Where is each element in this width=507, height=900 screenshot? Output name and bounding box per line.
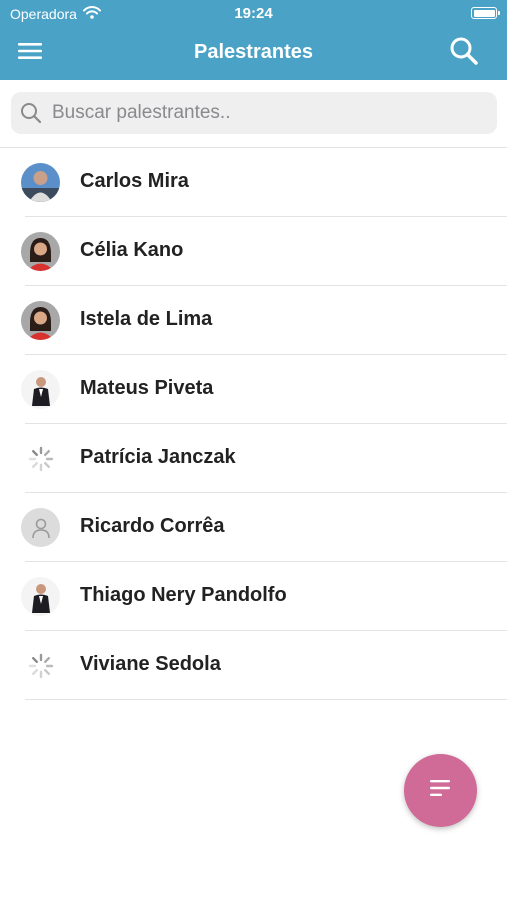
loading-spinner-icon	[21, 646, 60, 685]
avatar	[21, 232, 60, 271]
speaker-name: Carlos Mira	[80, 170, 189, 192]
search-icon	[449, 36, 479, 71]
avatar	[21, 301, 60, 340]
status-bar: Operadora 19:24	[0, 0, 507, 28]
nav-bar: Palestrantes	[0, 28, 507, 80]
header-search-button[interactable]	[447, 36, 481, 70]
speaker-row[interactable]: Viviane Sedola	[0, 631, 507, 700]
app-header: Operadora 19:24 Palestrantes	[0, 0, 507, 80]
speaker-row[interactable]: Mateus Piveta	[0, 355, 507, 424]
search-bar	[11, 92, 497, 134]
speaker-name: Viviane Sedola	[80, 653, 221, 675]
status-time: 19:24	[234, 5, 273, 22]
avatar	[21, 163, 60, 202]
battery-icon	[471, 7, 500, 19]
filter-list-icon	[429, 779, 452, 802]
speaker-row[interactable]: Istela de Lima	[0, 286, 507, 355]
search-icon	[20, 102, 42, 124]
speaker-row[interactable]: Ricardo Corrêa	[0, 493, 507, 562]
filter-fab-button[interactable]	[404, 754, 477, 827]
loading-spinner-icon	[21, 439, 60, 478]
speaker-row[interactable]: Patrícia Janczak	[0, 424, 507, 493]
avatar-placeholder-icon	[21, 508, 60, 547]
speaker-name: Célia Kano	[80, 239, 184, 261]
speaker-name: Istela de Lima	[80, 308, 213, 330]
speaker-name: Patrícia Janczak	[80, 446, 236, 468]
speaker-name: Mateus Piveta	[80, 377, 214, 399]
speaker-list: Carlos Mira Célia Kano Istela de Lima Ma…	[0, 148, 507, 700]
speaker-name: Thiago Nery Pandolfo	[80, 584, 287, 606]
search-input[interactable]	[50, 101, 474, 125]
avatar	[21, 577, 60, 616]
page-title: Palestrantes	[194, 41, 313, 63]
speaker-row[interactable]: Thiago Nery Pandolfo	[0, 562, 507, 631]
avatar	[21, 370, 60, 409]
speaker-row[interactable]: Carlos Mira	[0, 148, 507, 217]
speaker-row[interactable]: Célia Kano	[0, 217, 507, 286]
speaker-name: Ricardo Corrêa	[80, 515, 225, 537]
